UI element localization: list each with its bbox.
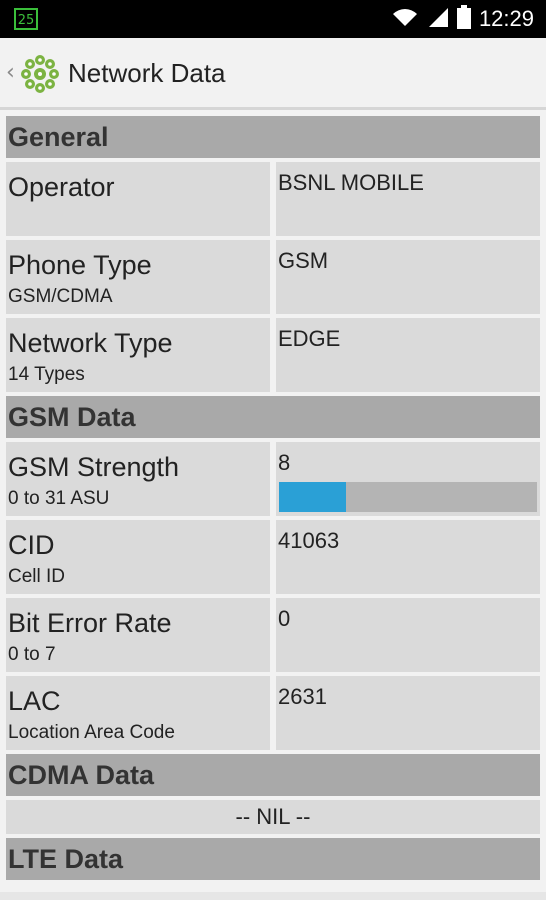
- signal-strength-bar: [279, 482, 537, 512]
- section-header-general: General: [6, 116, 540, 158]
- operator-value-cell: BSNL MOBILE: [276, 162, 540, 236]
- bit-error-rate-value-cell: 0: [276, 598, 540, 672]
- row-gsm-strength: GSM Strength 0 to 31 ASU 8: [6, 442, 540, 516]
- section-header-lte: LTE Data: [6, 838, 540, 880]
- row-label: Phone Type: [8, 250, 152, 280]
- row-label: LAC: [8, 686, 61, 716]
- wifi-icon: [391, 6, 419, 32]
- row-sublabel: Cell ID: [8, 566, 66, 587]
- status-bar: 25 12:29: [0, 0, 546, 38]
- row-sublabel: GSM/CDMA: [8, 286, 113, 307]
- up-caret-icon[interactable]: ‹: [6, 60, 15, 85]
- row-value: 41063: [278, 528, 340, 553]
- network-type-value-cell: EDGE: [276, 318, 540, 392]
- row-sublabel: 0 to 7: [8, 644, 56, 665]
- gsm-strength-value-cell: 8: [276, 442, 540, 516]
- clock: 12:29: [478, 6, 534, 31]
- lac-label-cell: LAC Location Area Code: [6, 676, 270, 750]
- phone-type-label-cell: Phone Type GSM/CDMA: [6, 240, 270, 314]
- gsm-strength-label-cell: GSM Strength 0 to 31 ASU: [6, 442, 270, 516]
- network-type-label-cell: Network Type 14 Types: [6, 318, 270, 392]
- row-sublabel: Location Area Code: [8, 722, 175, 743]
- row-value: 2631: [278, 684, 327, 709]
- row-value: 8: [278, 450, 291, 475]
- action-bar: ‹ Network Data: [0, 38, 546, 110]
- row-sublabel: 14 Types: [8, 364, 85, 385]
- row-bit-error-rate: Bit Error Rate 0 to 7 0: [6, 598, 540, 672]
- network-data-list[interactable]: General Operator BSNL MOBILE Phone Type …: [6, 116, 540, 884]
- bit-error-rate-label-cell: Bit Error Rate 0 to 7: [6, 598, 270, 672]
- row-label: GSM Strength: [8, 452, 180, 482]
- row-value: 0: [278, 606, 291, 631]
- cid-value-cell: 41063: [276, 520, 540, 594]
- signal-icon: [427, 6, 449, 32]
- row-network-type: Network Type 14 Types EDGE: [6, 318, 540, 392]
- lac-value-cell: 2631: [276, 676, 540, 750]
- notification-badge: 25: [14, 8, 38, 30]
- signal-strength-bar-fill: [279, 482, 346, 512]
- row-operator: Operator BSNL MOBILE: [6, 162, 540, 236]
- section-header-gsm: GSM Data: [6, 396, 540, 438]
- row-sublabel: 0 to 31 ASU: [8, 488, 110, 509]
- status-icons: 12:29: [391, 0, 546, 38]
- row-label: CID: [8, 530, 55, 560]
- operator-label-cell: Operator: [6, 162, 270, 236]
- network-logo-icon[interactable]: [20, 54, 60, 94]
- list-bottom-edge: [0, 892, 546, 900]
- cdma-nil-text: -- NIL --: [6, 800, 540, 834]
- row-label: Bit Error Rate: [8, 608, 172, 638]
- phone-type-value-cell: GSM: [276, 240, 540, 314]
- row-value: GSM: [278, 248, 329, 273]
- row-value: BSNL MOBILE: [278, 170, 424, 195]
- page-title: Network Data: [68, 58, 226, 88]
- row-phone-type: Phone Type GSM/CDMA GSM: [6, 240, 540, 314]
- row-label: Operator: [8, 172, 115, 202]
- row-cid: CID Cell ID 41063: [6, 520, 540, 594]
- cid-label-cell: CID Cell ID: [6, 520, 270, 594]
- section-header-cdma: CDMA Data: [6, 754, 540, 796]
- row-label: Network Type: [8, 328, 173, 358]
- row-lac: LAC Location Area Code 2631: [6, 676, 540, 750]
- battery-icon: [456, 5, 471, 33]
- row-value: EDGE: [278, 326, 341, 351]
